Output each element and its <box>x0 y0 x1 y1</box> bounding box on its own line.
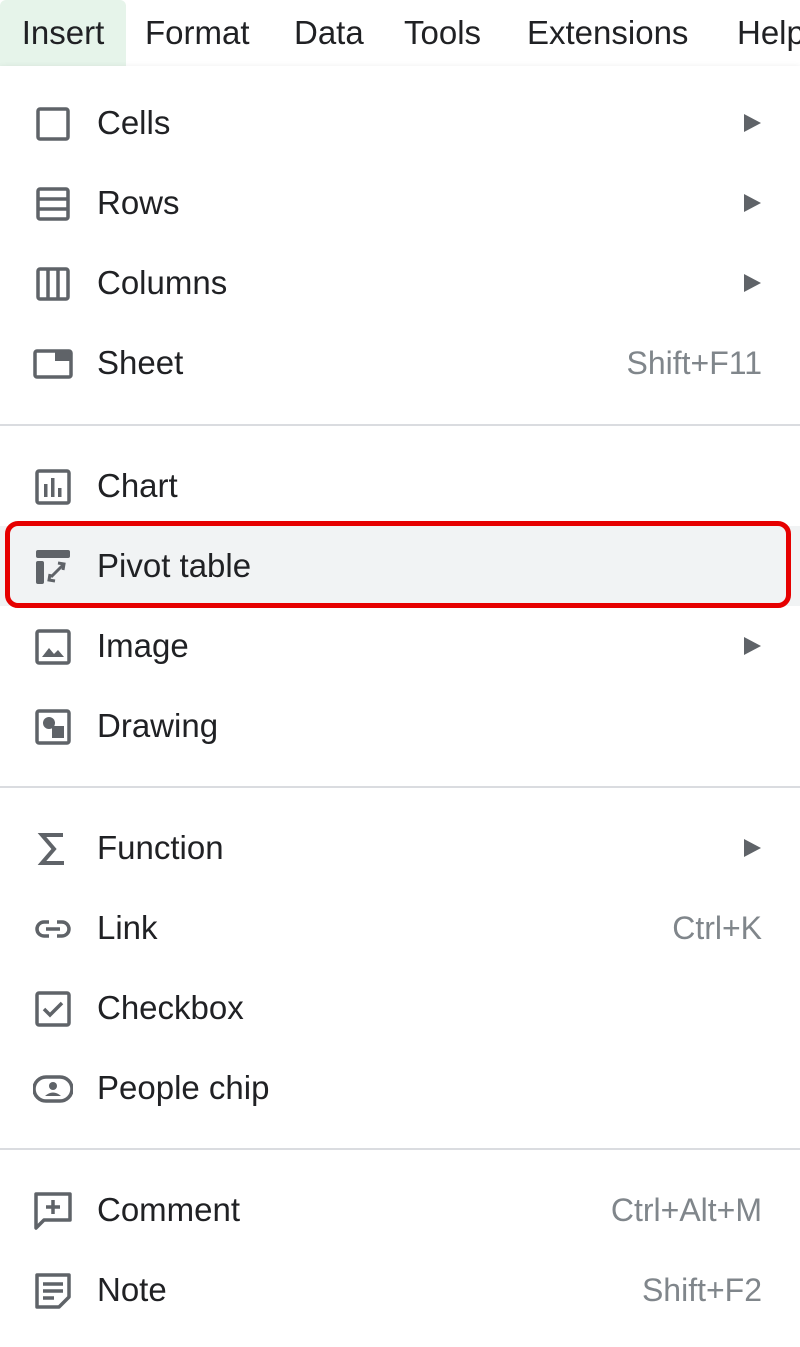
shortcut-label: Ctrl+K <box>672 910 762 946</box>
menu-item-label: Rows <box>97 184 180 221</box>
menu-divider <box>0 1148 800 1150</box>
menu-item-label: Note <box>97 1271 167 1308</box>
menu-item-image[interactable]: Image <box>0 606 800 686</box>
menu-item-label: Columns <box>97 264 228 301</box>
submenu-arrow-icon <box>744 637 761 655</box>
menubar-extensions[interactable]: Extensions <box>527 0 688 66</box>
comment-icon <box>33 1191 73 1231</box>
menubar-help[interactable]: Help <box>737 0 800 66</box>
menubar-tools[interactable]: Tools <box>404 0 481 66</box>
shortcut-label: Ctrl+Alt+M <box>610 1192 762 1228</box>
rows-icon <box>33 184 73 224</box>
menu-item-people-chip[interactable]: People chip <box>0 1048 800 1128</box>
menubar-data[interactable]: Data <box>294 0 364 66</box>
menubar: Insert Format Data Tools Extensions Help <box>0 0 800 66</box>
menu-item-chart[interactable]: Chart <box>0 446 800 526</box>
menu-item-label: Function <box>97 829 224 866</box>
shortcut-label: Shift+F2 <box>641 1272 762 1308</box>
menu-item-sheet[interactable]: Sheet Shift+F11 <box>0 323 800 403</box>
menu-item-label: Drawing <box>97 707 219 744</box>
submenu-arrow-icon <box>744 839 761 857</box>
menu-item-link[interactable]: Link Ctrl+K <box>0 888 800 968</box>
person-chip-icon <box>33 1069 73 1109</box>
menu-item-label: Image <box>97 627 189 664</box>
menu-item-note[interactable]: Note Shift+F2 <box>0 1250 800 1330</box>
cells-icon <box>33 104 73 144</box>
menu-item-function[interactable]: Function <box>0 808 800 888</box>
submenu-arrow-icon <box>744 194 761 212</box>
shortcut-label: Shift+F11 <box>626 345 762 381</box>
sigma-icon <box>33 829 73 869</box>
menu-item-label: Chart <box>97 467 178 504</box>
drawing-icon <box>33 707 73 747</box>
checkbox-icon <box>33 989 73 1029</box>
menubar-insert[interactable]: Insert <box>0 0 126 66</box>
submenu-arrow-icon <box>744 274 761 292</box>
menu-item-label: Checkbox <box>97 989 244 1026</box>
menu-item-label: Sheet <box>97 344 184 381</box>
link-icon <box>33 909 73 949</box>
submenu-arrow-icon <box>744 114 761 132</box>
note-icon <box>33 1271 73 1311</box>
menubar-format[interactable]: Format <box>145 0 250 66</box>
menu-item-label: Pivot table <box>97 547 252 584</box>
menu-item-cells[interactable]: Cells <box>0 83 800 163</box>
columns-icon <box>33 264 73 304</box>
menu-divider <box>0 786 800 788</box>
menu-item-label: Cells <box>97 104 171 141</box>
chart-icon <box>33 467 73 507</box>
menu-item-columns[interactable]: Columns <box>0 243 800 323</box>
menu-item-label: Link <box>97 909 158 946</box>
menu-divider <box>0 424 800 426</box>
menu-item-pivot-table[interactable]: Pivot table <box>0 526 800 606</box>
image-icon <box>33 627 73 667</box>
menu-item-rows[interactable]: Rows <box>0 163 800 243</box>
menu-item-comment[interactable]: Comment Ctrl+Alt+M <box>0 1170 800 1250</box>
menu-item-label: People chip <box>97 1069 270 1106</box>
sheet-icon <box>33 344 73 384</box>
pivot-table-icon <box>33 547 73 587</box>
insert-menu-dropdown: Cells Rows Columns Sheet Shift+F11 Chart <box>0 66 800 1347</box>
menu-item-label: Comment <box>97 1191 241 1228</box>
menu-item-checkbox[interactable]: Checkbox <box>0 968 800 1048</box>
menu-item-drawing[interactable]: Drawing <box>0 686 800 766</box>
